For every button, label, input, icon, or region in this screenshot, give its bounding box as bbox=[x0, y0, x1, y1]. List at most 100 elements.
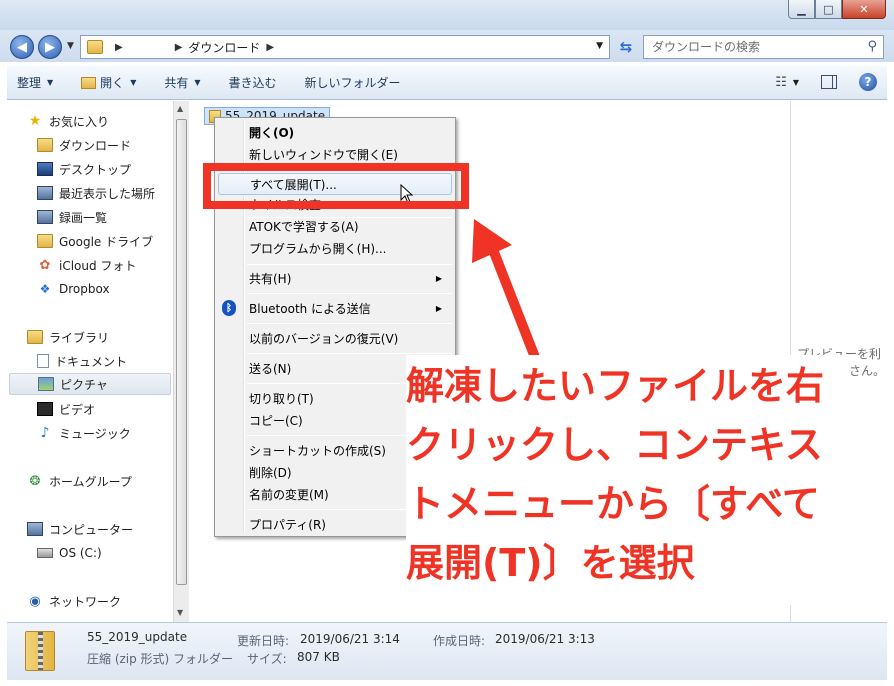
title-bar: ▁ □ ✕ bbox=[0, 0, 894, 30]
chevron-right-icon[interactable]: ▶ bbox=[175, 42, 183, 53]
recording-icon bbox=[37, 210, 53, 224]
scroll-down-icon[interactable]: ▼ bbox=[177, 608, 183, 617]
annotation-text-line: クリックし、コンテキス bbox=[406, 423, 823, 467]
sidebar-label: 録画一覧 bbox=[59, 210, 108, 225]
details-modified-value: 2019/06/21 3:14 bbox=[300, 632, 400, 646]
sidebar-label: Dropbox bbox=[59, 282, 110, 296]
sidebar-scrollbar[interactable]: ▲ ▼ bbox=[173, 101, 189, 622]
back-button[interactable]: ◀ bbox=[10, 35, 34, 59]
breadcrumb-downloads[interactable]: ダウンロード bbox=[188, 39, 260, 56]
maximize-button[interactable]: □ bbox=[815, 0, 842, 19]
scrollbar-thumb[interactable] bbox=[176, 119, 187, 585]
menu-label: ショートカットの作成(S) bbox=[249, 443, 386, 458]
chevron-right-icon[interactable]: ▶ bbox=[115, 42, 123, 53]
menu-label: Bluetooth による送信 bbox=[249, 301, 371, 316]
desktop-icon bbox=[37, 162, 53, 176]
sidebar-label: 最近表示した場所 bbox=[59, 186, 156, 201]
scroll-up-icon[interactable]: ▲ bbox=[177, 104, 183, 113]
organize-label: 整理 bbox=[17, 76, 42, 90]
recent-pages-dropdown[interactable]: ▼ bbox=[67, 41, 74, 51]
sidebar-item-network[interactable]: ◉ ネットワーク bbox=[27, 590, 191, 612]
sidebar-label: お気に入り bbox=[49, 114, 110, 129]
burn-button[interactable]: 書き込む bbox=[229, 74, 277, 91]
share-button[interactable]: 共有 ▼ bbox=[164, 74, 200, 91]
preview-pane-icon[interactable] bbox=[821, 75, 837, 89]
menu-item-restore-versions[interactable]: 以前のバージョンの復元(V) bbox=[218, 327, 452, 349]
chevron-down-icon: ▼ bbox=[194, 78, 201, 87]
menu-separator bbox=[247, 353, 452, 354]
menu-label: コピー(C) bbox=[249, 413, 303, 428]
details-size-label: サイズ: bbox=[247, 652, 287, 666]
annotation-callout: 解凍したいファイルを右 クリックし、コンテキス トメニューから〔すべて 展開(T… bbox=[406, 355, 846, 605]
open-button[interactable]: 開く ▼ bbox=[81, 74, 136, 91]
annotation-text-line: 展開(T)〕を選択 bbox=[406, 541, 695, 585]
chevron-down-icon[interactable]: ▼ bbox=[793, 78, 799, 87]
close-button[interactable]: ✕ bbox=[842, 0, 886, 19]
menu-label: 開く(O) bbox=[249, 125, 295, 140]
library-icon bbox=[27, 330, 43, 344]
address-dropdown-icon[interactable]: ▼ bbox=[596, 41, 603, 51]
menu-label: プロパティ(R) bbox=[249, 517, 326, 532]
menu-separator bbox=[247, 323, 452, 324]
help-icon[interactable]: ? bbox=[859, 73, 877, 91]
minimize-button[interactable]: ▁ bbox=[788, 0, 815, 19]
view-options-icon[interactable]: ☷ bbox=[775, 75, 787, 90]
details-size-value: 807 KB bbox=[297, 650, 340, 664]
dropbox-icon: ❖ bbox=[39, 282, 51, 296]
refresh-icon: ⇆ bbox=[619, 38, 633, 56]
sidebar-item-computer[interactable]: コンピューター bbox=[27, 518, 191, 540]
details-type: 圧縮 (zip 形式) フォルダー bbox=[87, 652, 234, 666]
search-input[interactable] bbox=[652, 40, 857, 54]
address-bar[interactable]: ▶ ▶ ダウンロード ▶ ▼ bbox=[80, 35, 610, 59]
organize-button[interactable]: 整理 ▼ bbox=[17, 74, 53, 91]
folder-icon bbox=[87, 40, 103, 54]
menu-label: 新しいウィンドウで開く(E) bbox=[249, 147, 398, 162]
menu-label: 以前のバージョンの復元(V) bbox=[249, 331, 399, 346]
navigation-pane: ★ お気に入り ダウンロード デスクトップ 最近表示した場所 録画一覧 Googl… bbox=[7, 101, 175, 622]
details-created-value: 2019/06/21 3:13 bbox=[495, 632, 595, 646]
sidebar-label: ダウンロード bbox=[59, 138, 132, 153]
sidebar-label: ミュージック bbox=[59, 426, 131, 441]
menu-item-open-new-window[interactable]: 新しいウィンドウで開く(E) bbox=[218, 143, 452, 165]
details-modified-label: 更新日時: bbox=[237, 634, 290, 648]
chevron-right-icon[interactable]: ▶ bbox=[266, 42, 274, 53]
refresh-button[interactable]: ⇆ bbox=[614, 38, 638, 58]
sidebar-item-pictures[interactable]: ピクチャ bbox=[9, 373, 171, 395]
window-controls: ▁ □ ✕ bbox=[788, 0, 886, 19]
sidebar-label: ピクチャ bbox=[60, 377, 108, 392]
menu-label: 送る(N) bbox=[249, 361, 292, 376]
menu-item-open-with[interactable]: プログラムから開く(H)... bbox=[218, 237, 452, 259]
menu-item-bluetooth[interactable]: ᛒ Bluetooth による送信 ▶ bbox=[218, 297, 452, 319]
open-label: 開く bbox=[100, 76, 125, 90]
details-created-label: 作成日時: bbox=[433, 634, 486, 648]
search-box[interactable]: ⚲ bbox=[643, 35, 884, 59]
forward-button[interactable]: ▶ bbox=[38, 35, 62, 59]
details-pane: 55_2019_update 圧縮 (zip 形式) フォルダー 更新日時: 2… bbox=[7, 622, 887, 680]
toolbar-right: ☷ ▼ ? bbox=[775, 73, 877, 91]
open-folder-icon bbox=[81, 76, 97, 89]
share-label: 共有 bbox=[164, 76, 189, 90]
sidebar-label: ドキュメント bbox=[55, 354, 128, 369]
menu-label: 削除(D) bbox=[249, 465, 292, 480]
icloud-photos-icon: ✿ bbox=[39, 257, 51, 273]
address-row: ◀ ▶ ▼ ▶ ▶ ダウンロード ▶ ▼ ⇆ ⚲ bbox=[0, 30, 894, 62]
arrow-left-icon: ◀ bbox=[17, 39, 27, 55]
menu-label: 名前の変更(M) bbox=[249, 487, 329, 502]
search-icon[interactable]: ⚲ bbox=[867, 39, 877, 54]
sidebar-item-libraries[interactable]: ライブラリ bbox=[27, 326, 191, 348]
video-icon bbox=[37, 402, 53, 416]
sidebar-label: ライブラリ bbox=[49, 330, 110, 345]
annotation-arrow-icon bbox=[472, 219, 543, 370]
downloads-folder-icon bbox=[37, 138, 53, 152]
menu-item-atok[interactable]: ATOKで学習する(A) bbox=[218, 215, 452, 237]
sidebar-label: ホームグループ bbox=[49, 474, 132, 489]
annotation-text-line: トメニューから〔すべて bbox=[406, 482, 820, 526]
new-folder-button[interactable]: 新しいフォルダー bbox=[305, 74, 401, 91]
menu-item-open[interactable]: 開く(O) bbox=[218, 121, 452, 143]
submenu-arrow-icon: ▶ bbox=[435, 273, 442, 283]
menu-item-share[interactable]: 共有(H) ▶ bbox=[218, 267, 452, 289]
sidebar-label: ネットワーク bbox=[49, 594, 122, 609]
sidebar-item-homegroup[interactable]: ❂ ホームグループ bbox=[27, 470, 191, 492]
sidebar-label: Google ドライブ bbox=[59, 234, 154, 249]
sidebar-item-favorites[interactable]: ★ お気に入り bbox=[27, 110, 191, 132]
